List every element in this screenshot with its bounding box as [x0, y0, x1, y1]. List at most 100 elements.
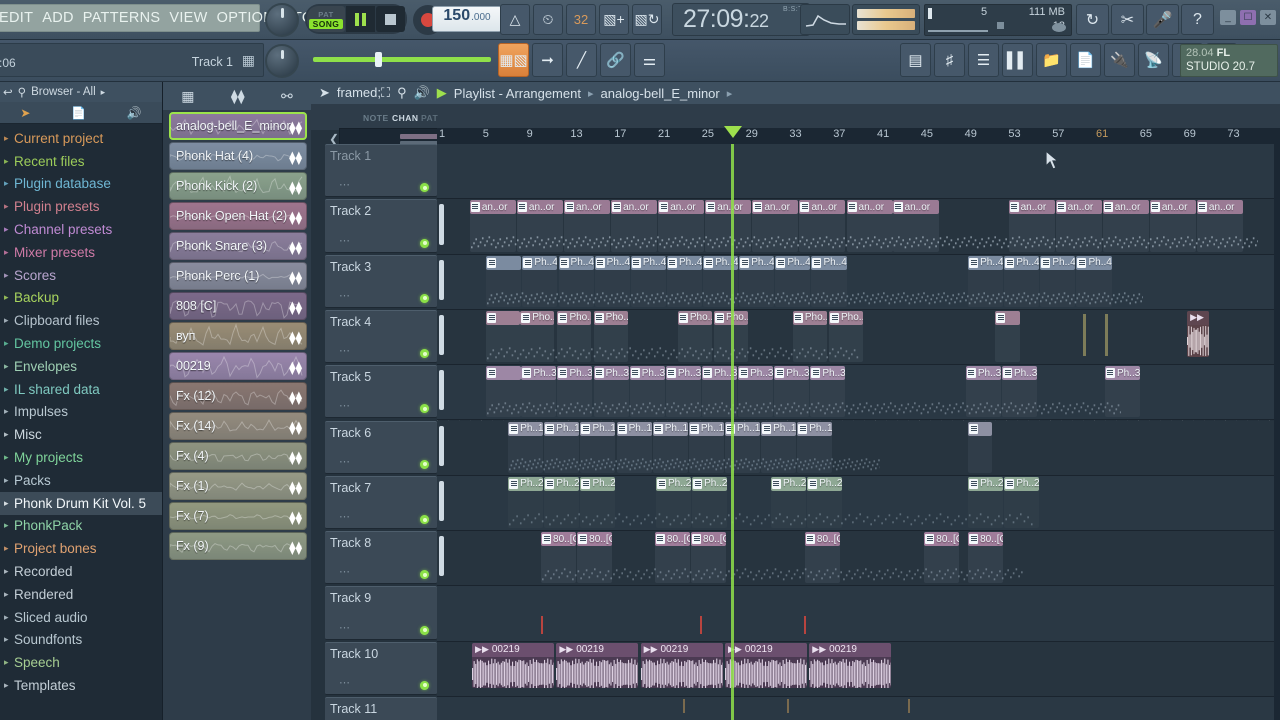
clip-menu-icon[interactable] [771, 478, 781, 489]
pattern-clip[interactable]: Pho..) [792, 310, 827, 325]
clip-menu-icon[interactable] [594, 368, 604, 379]
pattern-clip[interactable]: Ph..4) [775, 255, 811, 270]
clip-menu-icon[interactable] [581, 423, 591, 434]
pattern-clip[interactable]: Pho..) [557, 310, 592, 325]
clip-menu-icon[interactable] [805, 534, 815, 545]
audio-clip[interactable]: ▶▶ 00219 [472, 642, 555, 688]
pattern-clip[interactable]: Ph..3) [1104, 366, 1140, 381]
pitch-slider[interactable] [313, 52, 491, 67]
clip-menu-icon[interactable] [509, 478, 519, 489]
master-volume-knob[interactable] [265, 3, 299, 37]
plugin-picker-icon[interactable]: 🔌 [1104, 43, 1135, 77]
play-pause-button[interactable] [346, 6, 375, 32]
pattern-clip[interactable]: Ph..4) [1076, 255, 1112, 270]
pattern-clip[interactable]: an..or [658, 200, 705, 215]
pattern-clip[interactable]: Ph..3) [557, 366, 593, 381]
clip-menu-icon[interactable] [1103, 202, 1113, 213]
close-icon[interactable]: ✕ [1260, 10, 1276, 25]
pattern-clip[interactable]: Ph..3) [521, 366, 557, 381]
marker-clip[interactable] [787, 699, 790, 713]
clip-menu-icon[interactable] [558, 312, 568, 323]
clip-menu-icon[interactable] [1077, 257, 1087, 268]
browser-audio-icon[interactable]: 🔊 [127, 106, 142, 120]
clip-menu-icon[interactable] [487, 368, 497, 379]
pattern-clip[interactable]: an..or [846, 200, 893, 215]
select-tool-icon[interactable]: framed;⛶ [337, 85, 390, 101]
channel-pan-icon[interactable]: ⧫⧫ [289, 300, 302, 316]
browser-item[interactable]: ▸ Templates [0, 674, 162, 697]
track-options-dots[interactable]: ⋯ [339, 344, 351, 357]
browser-item[interactable]: ▸ Current project [0, 127, 162, 150]
pattern-clip[interactable]: Ph..4) [968, 255, 1004, 270]
clip-menu-icon[interactable] [521, 312, 531, 323]
marker-clip[interactable] [803, 616, 806, 635]
clip-menu-icon[interactable] [678, 312, 688, 323]
marker-clip[interactable] [699, 616, 702, 635]
browser-item[interactable]: ▸ Channel presets [0, 218, 162, 241]
pattern-clip[interactable]: Ph..1) [797, 421, 833, 436]
track-enable-led[interactable] [420, 515, 429, 525]
clip-menu-icon[interactable] [762, 423, 772, 434]
channel-strip[interactable]: Fx (12) ⧫⧫ [169, 382, 307, 410]
waveform-tool-icon[interactable]: ⧫⧫ [231, 88, 245, 105]
clip-menu-icon[interactable] [969, 423, 979, 434]
clip-menu-icon[interactable] [704, 257, 714, 268]
browser-item[interactable]: ▸ My projects [0, 446, 162, 469]
channel-strip[interactable]: Phonk Open Hat (2) ⧫⧫ [169, 202, 307, 230]
overdub-icon[interactable]: ▧+ [599, 4, 629, 35]
clip-menu-icon[interactable] [925, 534, 935, 545]
browser-item[interactable]: ▸ Soundfonts [0, 629, 162, 652]
clip-menu-icon[interactable] [667, 257, 677, 268]
clip-menu-icon[interactable] [487, 312, 497, 323]
clip-menu-icon[interactable] [966, 368, 976, 379]
pattern-clip[interactable]: Ph..2) [544, 476, 580, 491]
channel-strip[interactable]: Fx (1) ⧫⧫ [169, 472, 307, 500]
menu-bar[interactable]: EDIT ADD PATTERNS VIEW OPTIONS TOOLS HEL… [0, 4, 391, 32]
browser-item[interactable]: ▸ Plugin database [0, 173, 162, 196]
channel-strip[interactable]: Fx (7) ⧫⧫ [169, 502, 307, 530]
channel-pan-icon[interactable]: ⧫⧫ [289, 480, 302, 496]
breadcrumb-playlist[interactable]: Playlist - Arrangement [454, 86, 581, 101]
wait-for-input-icon[interactable]: ⏲ [533, 4, 563, 35]
pattern-clip[interactable]: 80..[C] [577, 532, 613, 547]
clip-menu-icon[interactable] [1009, 202, 1019, 213]
track-header[interactable]: Track 11⋯ [325, 697, 437, 720]
pattern-clip[interactable]: an..or [611, 200, 658, 215]
audio-clip-header[interactable]: ▶▶ 00219 [640, 642, 723, 657]
clip-menu-icon[interactable] [739, 368, 749, 379]
pattern-clip[interactable]: an..or [1055, 200, 1102, 215]
channel-pan-icon[interactable]: ⧫⧫ [289, 390, 302, 406]
track-header[interactable]: Track 3 ⋯ [325, 254, 444, 308]
clip-menu-icon[interactable] [657, 478, 666, 489]
clip-menu-icon[interactable] [808, 478, 818, 489]
pattern-clip[interactable]: Ph..2) [968, 476, 1004, 491]
menu-item-edit[interactable]: EDIT [0, 10, 33, 26]
clip-menu-icon[interactable] [630, 368, 640, 379]
pattern-clip[interactable]: 80..[C] [924, 532, 960, 547]
channel-strip[interactable]: analog-bell_E_minor ⧫⧫ [169, 112, 307, 140]
track-options-dots[interactable]: ⋯ [339, 234, 351, 247]
channel-pan-icon[interactable]: ⧫⧫ [289, 120, 302, 136]
clip-menu-icon[interactable] [558, 368, 568, 379]
clip-menu-icon[interactable] [969, 534, 979, 545]
clip-menu-icon[interactable] [753, 202, 763, 213]
piano-roll-window-icon[interactable]: ♯ [934, 43, 965, 77]
clip-menu-icon[interactable] [1005, 478, 1015, 489]
clip-menu-icon[interactable] [715, 312, 725, 323]
help-icon[interactable]: ? [1181, 4, 1214, 35]
channel-strip[interactable]: Fx (4) ⧫⧫ [169, 442, 307, 470]
count-in-icon[interactable]: 32 [566, 4, 596, 35]
pattern-clip[interactable]: Ph..3) [629, 366, 665, 381]
marker-clip[interactable] [683, 699, 686, 713]
clip-menu-icon[interactable] [893, 202, 903, 213]
search-icon[interactable]: ⚲ [18, 85, 26, 99]
clip-menu-icon[interactable] [689, 423, 699, 434]
microphone-icon[interactable]: 🎤 [1146, 4, 1179, 35]
browser-sort-icon[interactable]: ➤ [20, 106, 30, 120]
clip-menu-icon[interactable] [1197, 202, 1207, 213]
restore-icon[interactable]: ☐ [1240, 10, 1256, 25]
clip-menu-icon[interactable] [545, 423, 555, 434]
pattern-clip[interactable]: Ph..2) [656, 476, 692, 491]
pattern-clip[interactable]: Ph..1) [544, 421, 580, 436]
loop-record-icon[interactable]: ▧↻ [632, 4, 662, 35]
